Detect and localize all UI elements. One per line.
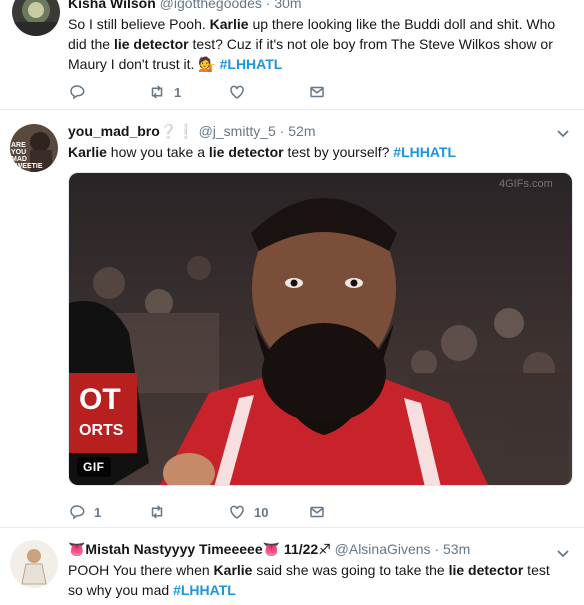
reply-icon <box>70 505 85 520</box>
gif-image: OT ORTS 4GIFs.com <box>69 173 572 485</box>
like-button[interactable] <box>228 83 308 101</box>
avatar[interactable] <box>10 540 58 588</box>
dm-icon <box>310 506 324 518</box>
tweet-text: POOH You there when Karlie said she was … <box>68 562 550 598</box>
avatar[interactable] <box>12 0 60 36</box>
tweet-text: Karlie how you take a lie detector test … <box>68 144 457 160</box>
tweet-header: 👅Mistah Nastyyyy Timeeeee👅 11/22♐ @Alsin… <box>68 541 471 557</box>
like-icon <box>230 85 244 99</box>
display-name[interactable]: Kisha Wilson <box>68 0 156 11</box>
reply-button[interactable]: 1 <box>68 503 148 521</box>
timestamp[interactable]: 30m <box>274 0 301 11</box>
tweet-text: So I still believe Pooh. Karlie up there… <box>68 16 556 72</box>
like-icon <box>230 505 244 519</box>
dm-button[interactable] <box>308 83 388 101</box>
retweet-icon <box>151 85 163 99</box>
hashtag-link[interactable]: #LHHATL <box>220 56 283 72</box>
display-name[interactable]: 👅Mistah Nastyyyy Timeeeee👅 11/22♐ <box>68 541 331 557</box>
mic-flag-text: OT <box>79 383 121 416</box>
dm-button[interactable] <box>308 503 388 521</box>
tweet[interactable]: Kisha Wilson @igotthegoodes · 30m So I s… <box>0 0 584 110</box>
emoji: 💁 <box>198 56 216 72</box>
timestamp[interactable]: 53m <box>443 541 470 557</box>
emoji: ❔❕ <box>159 123 195 139</box>
reply-icon <box>70 85 85 100</box>
dm-icon <box>310 86 324 98</box>
timestamp[interactable]: 52m <box>288 123 315 139</box>
tweet-actions: 1 10 <box>68 502 388 522</box>
watermark: 4GIFs.com <box>499 178 553 190</box>
avatar[interactable]: ARE YOU MAD SWEETIE <box>10 124 58 172</box>
gif-media[interactable]: OT ORTS 4GIFs.com GIF <box>68 172 573 486</box>
like-button[interactable]: 10 <box>228 503 308 521</box>
retweet-button[interactable]: 1 <box>148 83 228 101</box>
gif-badge: GIF <box>77 457 111 477</box>
display-name[interactable]: you_mad_bro <box>68 123 160 139</box>
tweet[interactable]: ARE YOU MAD SWEETIE you_mad_bro❔❕ @j_smi… <box>0 110 584 528</box>
tweet-header: Kisha Wilson @igotthegoodes · 30m <box>68 0 572 12</box>
hashtag-link[interactable]: #LHHATL <box>393 144 456 160</box>
tweet[interactable]: 👅Mistah Nastyyyy Timeeeee👅 11/22♐ @Alsin… <box>0 528 584 605</box>
tweet-header: you_mad_bro❔❕ @j_smitty_5 · 52m <box>68 123 316 139</box>
user-handle[interactable]: @AlsinaGivens <box>335 541 431 557</box>
retweet-button[interactable] <box>148 503 228 521</box>
mic-flag-text-2: ORTS <box>79 422 124 439</box>
user-handle[interactable]: @igotthegoodes <box>160 0 262 11</box>
user-handle[interactable]: @j_smitty_5 <box>199 123 276 139</box>
reply-button[interactable] <box>68 83 148 101</box>
avatar-caption: ARE YOU MAD SWEETIE <box>11 142 43 170</box>
hashtag-link[interactable]: #LHHATL <box>173 582 236 598</box>
tweet-actions: 1 <box>68 82 388 102</box>
retweet-icon <box>151 505 163 519</box>
